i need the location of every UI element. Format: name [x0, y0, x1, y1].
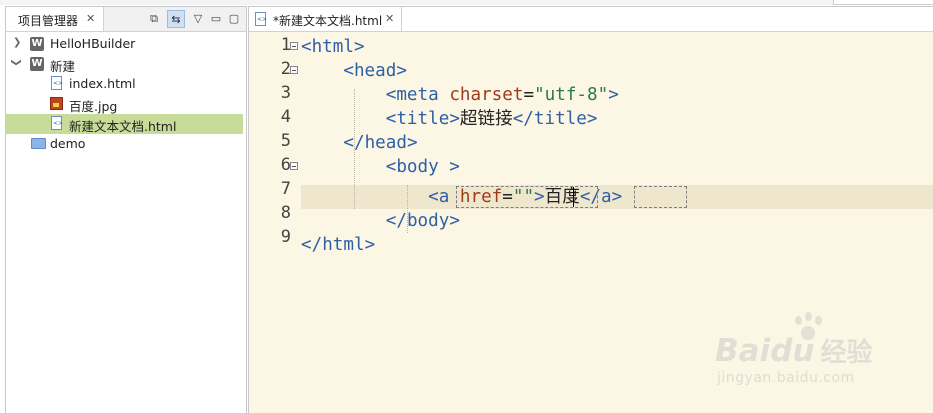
line-number: 7 [280, 179, 291, 199]
text-caret [573, 187, 574, 207]
editor-tab-label: *新建文本文档.html [273, 14, 383, 28]
tree-item-index-html[interactable]: index.html [6, 74, 243, 94]
tree-item-xinjian[interactable]: ❯ W 新建 [6, 54, 243, 74]
line-number: 4 [280, 107, 291, 127]
tab-new-text-doc-html[interactable]: *新建文本文档.html ✕ [249, 7, 402, 31]
window-top-strip [0, 0, 933, 5]
matching-tag-box [456, 186, 598, 208]
fold-toggle-icon[interactable] [290, 162, 298, 170]
fold-toggle-icon[interactable] [290, 42, 298, 50]
editor-tab-bar: *新建文本文档.html ✕ [249, 7, 933, 32]
view-menu-icon[interactable]: ▽ [189, 10, 207, 28]
collapse-all-icon[interactable]: ⧉ [145, 10, 163, 28]
line-number: 3 [280, 83, 291, 103]
line-number: 5 [280, 131, 291, 151]
watermark-logo: Baidu 经验 [715, 333, 873, 369]
code-line-3: <meta charset="utf-8"> [385, 85, 619, 105]
tree-item-new-text-doc-html[interactable]: 新建文本文档.html [6, 114, 243, 134]
link-with-editor-icon[interactable]: ⇆ [167, 10, 185, 28]
tree-item-label: index.html [69, 76, 136, 91]
chevron-right-icon[interactable]: ❯ [13, 37, 21, 48]
tree-item-label: demo [50, 136, 86, 151]
code-line-9: </html> [301, 235, 376, 255]
tree-item-label: 新建文本文档.html [69, 119, 177, 134]
html-file-icon [51, 76, 63, 90]
line-number: 8 [280, 203, 291, 223]
chevron-down-icon[interactable]: ❯ [11, 58, 22, 66]
explorer-tab-bar: 项目管理器 ✕ ⧉ ⇆ ▽ ▭ ▢ [6, 7, 246, 32]
folder-icon [31, 138, 46, 149]
tab-project-explorer-label: 项目管理器 [18, 14, 79, 28]
tree-item-label: 百度.jpg [69, 99, 118, 114]
close-icon[interactable]: ✕ [385, 12, 394, 25]
jpg-file-icon [50, 97, 63, 110]
tree-item-label: 新建 [50, 59, 76, 74]
top-right-field [833, 0, 933, 5]
project-explorer-panel: 项目管理器 ✕ ⧉ ⇆ ▽ ▭ ▢ ❯ W HelloHBuilder ❯ W … [5, 6, 247, 413]
code-line-1: <html> [301, 37, 365, 57]
project-w-icon: W [30, 57, 44, 71]
close-icon[interactable]: ✕ [86, 12, 95, 25]
line-number: 6 [280, 155, 291, 175]
code-line-5: </head> [343, 133, 418, 153]
fold-toggle-icon[interactable] [290, 66, 298, 74]
html-file-icon [255, 12, 267, 26]
code-line-2: <head> [343, 61, 407, 81]
tree-item-baidu-jpg[interactable]: 百度.jpg [6, 94, 243, 114]
code-line-6: <body > [385, 157, 460, 177]
watermark-url: jingyan.baidu.com [717, 370, 855, 386]
baidu-jingyan-watermark: Baidu 经验 jingyan.baidu.com [715, 312, 915, 392]
project-w-icon: W [30, 37, 44, 51]
minimize-icon[interactable]: ▭ [207, 10, 225, 28]
line-number: 2 [280, 59, 291, 79]
line-number: 9 [280, 227, 291, 247]
line-number: 1 [280, 35, 291, 55]
matching-tag-box [634, 186, 687, 208]
tab-project-explorer[interactable]: 项目管理器 ✕ [6, 7, 104, 31]
html-file-icon [51, 116, 63, 130]
tree-item-hellohbuilder[interactable]: ❯ W HelloHBuilder [6, 34, 243, 54]
code-line-4: <title>超链接</title> [385, 109, 598, 129]
code-line-8: </body> [385, 211, 460, 231]
maximize-icon[interactable]: ▢ [225, 10, 243, 28]
tree-item-label: HelloHBuilder [50, 36, 136, 51]
tree-item-demo[interactable]: demo [6, 134, 243, 154]
